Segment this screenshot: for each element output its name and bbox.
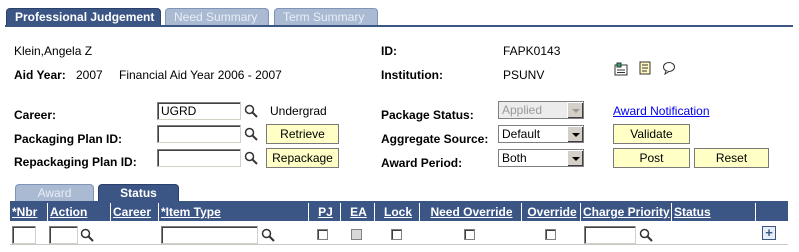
dropdown-arrow-icon[interactable] <box>567 126 583 142</box>
column-nbr[interactable]: *Nbr <box>10 203 47 221</box>
column-item-type[interactable]: *Item Type <box>158 203 308 221</box>
override-checkbox[interactable] <box>545 229 556 240</box>
post-button[interactable]: Post <box>613 148 690 168</box>
award-period-label: Award Period: <box>381 156 463 170</box>
aggregate-source-value: Default <box>502 127 541 141</box>
student-name: Klein,Angela Z <box>14 44 93 58</box>
aggregate-source-select[interactable]: Default <box>498 125 584 143</box>
repackaging-plan-label: Repackaging Plan ID: <box>14 155 137 169</box>
reset-button[interactable]: Reset <box>694 148 769 168</box>
award-period-select[interactable]: Both <box>498 149 584 167</box>
packaging-plan-lookup-icon[interactable] <box>244 127 258 141</box>
career-lookup-icon[interactable] <box>244 104 258 118</box>
packaging-plan-input[interactable] <box>157 125 241 143</box>
ea-checkbox <box>351 229 362 240</box>
package-status-select: Applied <box>498 101 584 119</box>
grid-tab-status[interactable]: Status <box>98 184 179 202</box>
need-override-checkbox[interactable] <box>464 229 475 240</box>
charge-priority-lookup-icon[interactable] <box>639 228 653 242</box>
action-input[interactable] <box>49 226 78 244</box>
package-status-value: Applied <box>502 103 543 117</box>
career-input[interactable] <box>157 102 241 120</box>
grid-tab-award[interactable]: Award <box>15 184 94 202</box>
award-period-value: Both <box>502 151 527 165</box>
column-action[interactable]: Action <box>47 203 110 221</box>
pj-checkbox[interactable] <box>317 229 328 240</box>
item-type-lookup-icon[interactable] <box>261 228 275 242</box>
repackaging-plan-input[interactable] <box>157 149 241 167</box>
tab-professional-judgement[interactable]: Professional Judgement <box>6 8 161 25</box>
institution-value: PSUNV <box>503 68 545 82</box>
aggregate-source-label: Aggregate Source: <box>381 132 489 146</box>
aid-year-value: 2007 <box>76 68 103 82</box>
validate-button[interactable]: Validate <box>613 124 690 144</box>
item-type-input[interactable] <box>161 226 258 244</box>
column-need-override[interactable]: Need Override <box>419 203 521 221</box>
lock-checkbox[interactable] <box>391 229 402 240</box>
column-status[interactable]: Status <box>671 203 755 221</box>
tab-term-summary[interactable]: Term Summary <box>274 8 378 25</box>
id-label: ID: <box>381 44 397 58</box>
repackage-button[interactable]: Repackage <box>266 148 339 168</box>
tab-bar-underline <box>5 25 793 27</box>
dropdown-arrow-icon <box>567 102 583 118</box>
nbr-input[interactable] <box>12 226 36 244</box>
retrieve-button[interactable]: Retrieve <box>266 124 339 144</box>
notepad-icon[interactable] <box>638 61 652 75</box>
aid-year-label: Aid Year: <box>14 68 66 82</box>
career-description: Undergrad <box>270 104 327 118</box>
column-ea[interactable]: EA <box>340 203 374 221</box>
column-override[interactable]: Override <box>521 203 580 221</box>
dropdown-arrow-icon[interactable] <box>567 150 583 166</box>
column-charge-priority[interactable]: Charge Priority <box>580 203 671 221</box>
charge-priority-input[interactable] <box>584 226 636 244</box>
column-actions-spacer <box>755 203 788 221</box>
comments-icon[interactable] <box>662 61 676 75</box>
column-pj[interactable]: PJ <box>308 203 340 221</box>
repackaging-plan-lookup-icon[interactable] <box>244 151 258 165</box>
packaging-plan-label: Packaging Plan ID: <box>14 132 123 146</box>
award-notification-link[interactable]: Award Notification <box>613 104 710 118</box>
aid-year-description: Financial Aid Year 2006 - 2007 <box>119 68 282 82</box>
career-label: Career: <box>14 108 57 122</box>
id-value: FAPK0143 <box>503 44 561 58</box>
column-career[interactable]: Career <box>110 203 158 221</box>
institution-label: Institution: <box>381 68 443 82</box>
package-status-label: Package Status: <box>381 108 474 122</box>
add-row-icon[interactable]: + <box>762 226 776 240</box>
tab-need-summary[interactable]: Need Summary <box>165 8 269 25</box>
action-lookup-icon[interactable] <box>80 228 94 242</box>
column-lock[interactable]: Lock <box>374 203 419 221</box>
student-services-icon[interactable] <box>614 62 628 76</box>
